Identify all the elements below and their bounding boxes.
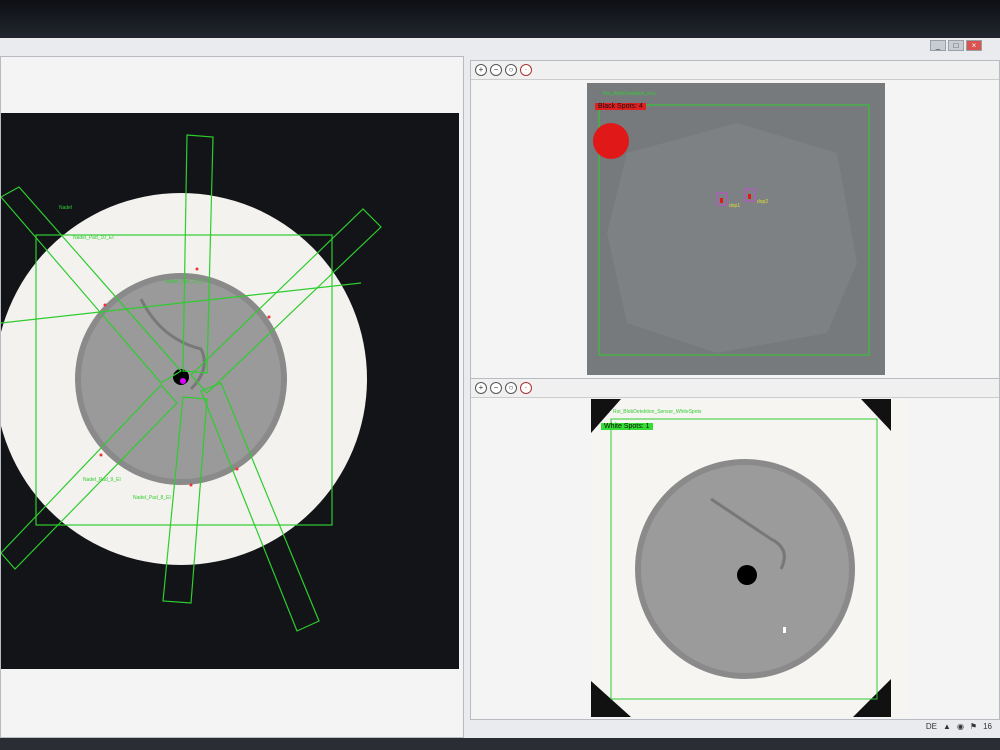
zoom-in-icon[interactable]: + [475,382,487,394]
black-spots-toolbar: + − ○ · [471,61,999,80]
roi-label-pad-10b: Nadel_Pad_10_EI [165,279,206,285]
clock[interactable]: 16 [983,722,992,731]
zoom-pan-icon[interactable]: · [520,64,532,76]
black-spots-image[interactable]: Roi_BlobDetektion_Kov Black Spots: 4 dop… [587,83,885,375]
white-spots-count: White Spots: 1 [601,423,653,430]
black-spots-roi-label: Roi_BlobDetektion_Kov [603,91,656,97]
zoom-out-icon[interactable]: − [490,64,502,76]
black-spots-panel: + − ○ · Roi_BlobDetektion_Kov Black Spot… [470,60,1000,380]
monitor-bezel [0,0,1000,38]
spot-label-2: dop2 [757,199,769,205]
white-spots-toolbar: + − ○ · [471,379,999,398]
zoom-pan-icon[interactable]: · [520,382,532,394]
white-spots-roi-label: Roi_BlobDetektion_Sensor_WhiteSpots [613,409,702,415]
main-inspection-overlay [0,134,382,632]
white-spots-overlay [591,399,891,717]
zoom-out-icon[interactable]: − [490,382,502,394]
black-spots-count: Black Spots: 4 [595,103,646,110]
zoom-fit-icon[interactable]: ○ [505,64,517,76]
close-button[interactable]: × [966,40,982,51]
white-spots-panel: + − ○ · Roi_BlobDetektion_Sensor_WhiteSp… [470,378,1000,720]
network-icon[interactable]: ◉ [957,722,964,731]
chevron-up-icon[interactable]: ▲ [943,722,951,731]
maximize-button[interactable]: □ [948,40,964,51]
roi-label-pad-8: Nadel_Pad_8_EI [133,495,171,501]
flag-icon[interactable]: ⚑ [970,722,977,731]
roi-label-pad-9: Nadel_Pad_9_EI [83,477,121,483]
main-camera-image[interactable]: Nadel Nadel_Pad_10_EI Nadel_Pad_10_EI Na… [0,113,459,669]
white-spots-image[interactable]: Roi_BlobDetektion_Sensor_WhiteSpots Whit… [591,399,907,717]
minimize-button[interactable]: _ [930,40,946,51]
roi-label-pad-10: Nadel_Pad_10_EI [73,235,114,241]
zoom-fit-icon[interactable]: ○ [505,382,517,394]
taskbar [0,738,1000,750]
keyboard-language[interactable]: DE [926,722,937,731]
black-spots-overlay [593,104,870,356]
spot-label-1: dop1 [729,203,741,209]
window-controls: _ □ × [930,40,982,51]
roi-label-nadel: Nadel [59,205,73,211]
zoom-in-icon[interactable]: + [475,64,487,76]
main-image-panel: Nadel Nadel_Pad_10_EI Nadel_Pad_10_EI Na… [0,56,464,738]
application-window: _ □ × Nadel Nadel_Pad_10_EI Nadel_Pad_10… [0,38,1000,738]
system-tray: DE ▲ ◉ ⚑ 16 [926,722,992,731]
